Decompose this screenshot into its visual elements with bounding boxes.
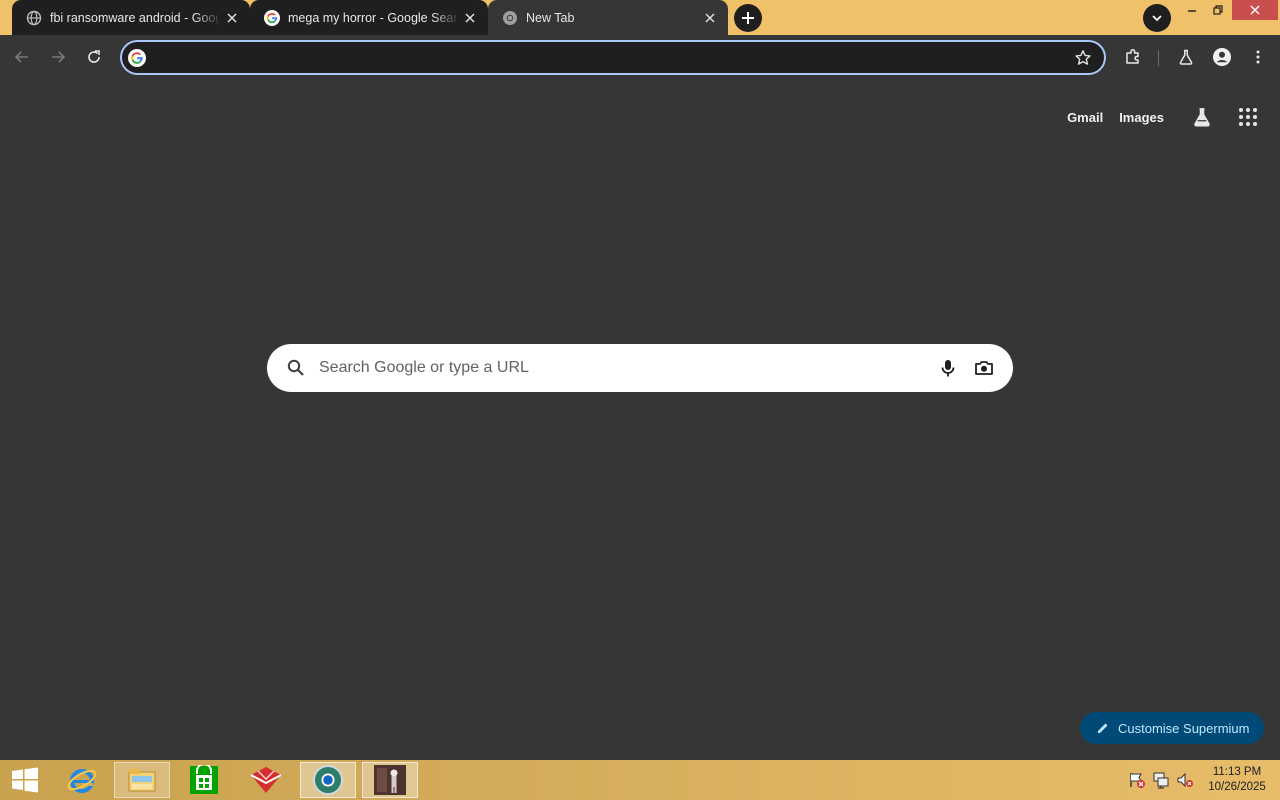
tab-mega-my-horror[interactable]: mega my horror - Google Search [250, 0, 488, 35]
pencil-icon [1096, 721, 1110, 735]
forward-icon [52, 51, 66, 63]
customise-button[interactable]: Customise Supermium [1080, 712, 1264, 744]
profile-button[interactable] [1208, 43, 1236, 71]
new-tab-button[interactable] [734, 4, 762, 32]
search-box[interactable]: Search Google or type a URL [267, 344, 1013, 392]
reload-icon [88, 50, 100, 63]
browser-toolbar [0, 35, 1280, 81]
globe-icon [26, 10, 42, 26]
restore-button[interactable] [1204, 0, 1232, 20]
start-button[interactable] [0, 762, 50, 798]
labs-button[interactable] [1172, 43, 1200, 71]
google-g-icon [128, 49, 146, 67]
new-tab-page: Gmail Images Search Google or type a URL… [0, 81, 1280, 760]
menu-icon [1256, 50, 1260, 64]
action-center-icon[interactable] [1126, 760, 1148, 800]
top-links: Gmail Images [1067, 105, 1260, 129]
windows-store-icon [190, 765, 218, 794]
camera-icon[interactable] [973, 357, 995, 379]
tab-title: mega my horror - Google Search [288, 10, 456, 25]
customise-label: Customise Supermium [1118, 720, 1250, 736]
taskbar-chromium-browser[interactable] [300, 762, 356, 798]
google-g-icon [264, 9, 280, 26]
minimize-button[interactable] [1178, 0, 1206, 20]
taskbar-app[interactable] [238, 762, 294, 798]
photo-app-icon [374, 765, 406, 795]
profile-icon [1213, 48, 1231, 66]
taskbar-file-explorer[interactable] [114, 762, 170, 798]
search-icon [286, 358, 306, 378]
chevron-down-icon [1152, 15, 1162, 22]
chromium-browser-icon [313, 765, 343, 795]
forward-button[interactable] [44, 43, 72, 71]
tab-fbi-ransomware[interactable]: fbi ransomware android - Google Search [12, 0, 250, 35]
taskbar: 11:13 PM 10/26/2025 [0, 760, 1280, 800]
labs-icon [1179, 49, 1193, 65]
internet-explorer-icon [67, 769, 97, 793]
extensions-icon [1126, 48, 1139, 64]
gmail-link[interactable]: Gmail [1067, 110, 1103, 125]
clock-time: 11:13 PM [1212, 766, 1262, 778]
restore-icon [1213, 5, 1223, 15]
taskbar-windows-store[interactable] [176, 762, 232, 798]
volume-muted-icon[interactable] [1174, 760, 1196, 800]
close-icon [1250, 5, 1260, 15]
microphone-icon[interactable] [937, 357, 959, 379]
extensions-button[interactable] [1119, 43, 1147, 71]
chromium-icon [502, 10, 518, 26]
toolbar-divider [1158, 50, 1159, 66]
tab-search-button[interactable] [1143, 4, 1171, 32]
network-icon[interactable] [1150, 760, 1172, 800]
labs-icon[interactable] [1190, 105, 1214, 129]
windows-start-icon [12, 767, 38, 793]
taskbar-photo-app[interactable] [362, 762, 418, 798]
address-bar[interactable] [120, 40, 1106, 75]
back-button[interactable] [8, 43, 36, 71]
app-icon [250, 767, 282, 793]
browser-menu-button[interactable] [1244, 43, 1272, 71]
tab-close-icon[interactable] [224, 10, 240, 26]
plus-icon [742, 12, 754, 24]
search-placeholder: Search Google or type a URL [319, 359, 529, 376]
google-apps-icon[interactable] [1236, 105, 1260, 129]
reload-button[interactable] [80, 43, 108, 71]
clock-date: 10/26/2025 [1208, 781, 1266, 793]
bookmark-star-icon[interactable] [1074, 49, 1092, 67]
close-window-button[interactable] [1232, 0, 1278, 20]
file-explorer-icon [128, 769, 156, 792]
taskbar-internet-explorer[interactable] [54, 762, 110, 798]
tab-close-icon[interactable] [462, 10, 478, 26]
tab-title: New Tab [526, 10, 575, 25]
tab-new-tab[interactable]: New Tab [488, 0, 728, 35]
tab-title: fbi ransomware android - Google Search [50, 10, 218, 25]
minimize-icon [1188, 10, 1196, 12]
tab-strip: fbi ransomware android - Google Search m… [0, 0, 1280, 35]
images-link[interactable]: Images [1119, 110, 1164, 125]
tab-close-icon[interactable] [702, 10, 718, 26]
back-icon [14, 51, 28, 63]
system-clock[interactable]: 11:13 PM 10/26/2025 [1204, 765, 1270, 795]
